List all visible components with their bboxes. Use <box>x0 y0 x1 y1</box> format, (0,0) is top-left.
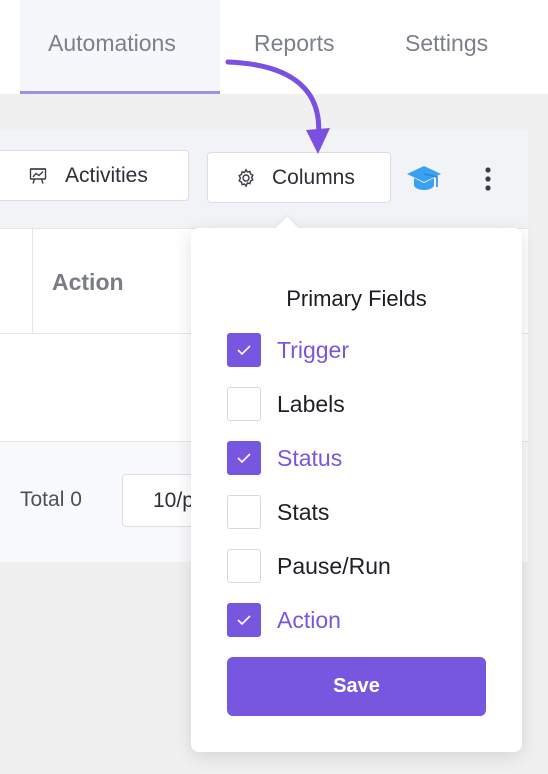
column-divider <box>32 229 33 333</box>
checkbox[interactable] <box>227 441 261 475</box>
tab-automations[interactable]: Automations <box>48 30 176 57</box>
active-tab-underline <box>20 91 220 94</box>
pointer-arrow-icon <box>225 59 330 154</box>
checkbox[interactable] <box>227 387 261 421</box>
option-label: Status <box>277 444 343 471</box>
total-count: Total 0 <box>20 488 82 511</box>
option-label: Stats <box>277 498 330 525</box>
field-option-status[interactable]: Status <box>227 440 342 476</box>
field-option-stats[interactable]: Stats <box>227 494 329 530</box>
graduation-cap-icon[interactable] <box>405 163 443 200</box>
presentation-chart-icon <box>29 167 47 185</box>
tab-settings[interactable]: Settings <box>405 30 488 57</box>
action-column-header: Action <box>52 269 124 295</box>
check-icon <box>237 615 251 626</box>
option-label: Labels <box>277 390 345 417</box>
more-options-icon[interactable] <box>484 166 492 197</box>
field-option-action[interactable]: Action <box>227 602 341 638</box>
checkbox[interactable] <box>227 495 261 529</box>
popover-title: Primary Fields <box>286 286 427 311</box>
page-size-value: 10/p <box>153 489 194 512</box>
activities-button[interactable]: Activities <box>0 150 189 201</box>
field-option-pause-run[interactable]: Pause/Run <box>227 548 391 584</box>
check-icon <box>237 453 251 464</box>
gear-icon <box>236 167 256 188</box>
save-button[interactable]: Save <box>227 657 486 716</box>
option-label: Action <box>277 606 341 633</box>
option-label: Pause/Run <box>277 552 391 579</box>
check-icon <box>237 345 251 356</box>
activities-label: Activities <box>65 163 148 187</box>
checkbox[interactable] <box>227 603 261 637</box>
option-label: Trigger <box>277 336 349 363</box>
columns-popover: Primary Fields Trigger Labels Status Sta… <box>191 216 522 752</box>
checkbox[interactable] <box>227 333 261 367</box>
checkbox[interactable] <box>227 549 261 583</box>
columns-label: Columns <box>272 165 355 189</box>
field-option-labels[interactable]: Labels <box>227 386 345 422</box>
field-option-trigger[interactable]: Trigger <box>227 332 349 368</box>
